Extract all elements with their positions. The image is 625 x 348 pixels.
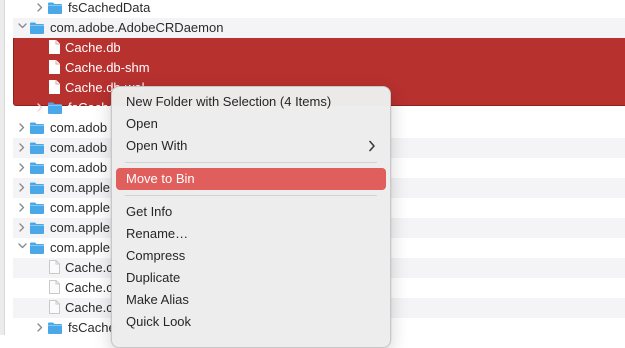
document-icon — [49, 40, 60, 54]
menu-separator — [125, 162, 377, 163]
folder-icon — [29, 141, 45, 155]
menu-item-label: Quick Look — [126, 314, 192, 329]
menu-item-make-alias[interactable]: Make Alias — [116, 289, 386, 311]
file-name: Cache.c — [65, 260, 113, 275]
file-name: Cache.c — [65, 280, 113, 295]
menu-item-label: Open With — [126, 138, 188, 153]
menu-item-label: Move to Bin — [126, 171, 195, 186]
file-name: com.adob — [50, 140, 108, 155]
menu-item-label: Get Info — [126, 204, 173, 219]
folder-row[interactable]: fsCachedData — [13, 0, 625, 18]
menu-item-get-info[interactable]: Get Info — [116, 201, 386, 223]
document-icon — [49, 260, 60, 274]
disclosure-expanded-icon[interactable] — [17, 242, 27, 254]
folder-icon — [29, 221, 45, 235]
disclosure-collapsed-icon[interactable] — [17, 222, 27, 234]
file-name: Cache.db-shm — [65, 60, 150, 75]
menu-item-label: Duplicate — [126, 270, 181, 285]
file-name: com.adobe.AdobeCRDaemon — [50, 20, 224, 35]
disclosure-collapsed-icon[interactable] — [17, 142, 27, 154]
folder-icon — [29, 121, 45, 135]
file-name: com.apple — [50, 200, 110, 215]
file-name: com.adob — [50, 160, 108, 175]
disclosure-collapsed-icon[interactable] — [35, 2, 45, 14]
folder-icon — [29, 21, 45, 35]
menu-item-label: Make Alias — [126, 292, 189, 307]
disclosure-collapsed-icon[interactable] — [17, 122, 27, 134]
folder-row[interactable]: com.adobe.AdobeCRDaemon — [13, 18, 625, 38]
menu-item-label: Rename… — [126, 226, 189, 241]
menu-item-compress[interactable]: Compress — [116, 245, 386, 267]
menu-item-rename[interactable]: Rename… — [116, 223, 386, 245]
menu-item-label: New Folder with Selection (4 Items) — [126, 94, 332, 109]
disclosure-collapsed-icon[interactable] — [17, 162, 27, 174]
file-name: fsCache — [68, 100, 116, 115]
document-icon — [49, 80, 60, 94]
file-name: Cache.c — [65, 300, 113, 315]
folder-icon — [29, 161, 45, 175]
context-menu: New Folder with Selection (4 Items) Open O… — [111, 86, 391, 348]
folder-icon — [29, 181, 45, 195]
menu-separator — [125, 195, 377, 196]
menu-item-new-folder-with-selection-4-items[interactable]: New Folder with Selection (4 Items) — [116, 91, 386, 113]
menu-item-move-to-bin[interactable]: Move to Bin — [116, 168, 386, 190]
folder-icon — [47, 321, 63, 335]
file-name: com.adob — [50, 120, 108, 135]
submenu-arrow-icon — [368, 140, 376, 152]
menu-item-open-with[interactable]: Open With — [116, 135, 386, 157]
document-icon — [49, 300, 60, 314]
disclosure-collapsed-icon[interactable] — [17, 202, 27, 214]
disclosure-expanded-icon[interactable] — [17, 22, 27, 34]
file-name: com.apple — [50, 220, 110, 235]
folder-icon — [47, 1, 63, 15]
document-icon — [49, 60, 60, 74]
menu-item-open[interactable]: Open — [116, 113, 386, 135]
sidebar-edge — [0, 0, 5, 335]
file-row[interactable]: Cache.db — [13, 38, 625, 58]
file-name: fsCache — [68, 320, 116, 335]
menu-item-quick-look[interactable]: Quick Look — [116, 311, 386, 333]
folder-icon — [29, 241, 45, 255]
file-row[interactable]: Cache.db-shm — [13, 58, 625, 78]
menu-item-label: Compress — [126, 248, 186, 263]
menu-item-label: Open — [126, 116, 158, 131]
folder-icon — [29, 201, 45, 215]
file-name: com.apple — [50, 240, 110, 255]
disclosure-collapsed-icon[interactable] — [17, 182, 27, 194]
disclosure-collapsed-icon[interactable] — [35, 102, 45, 114]
file-name: Cache.db — [65, 40, 121, 55]
file-name: com.apple — [50, 180, 110, 195]
menu-item-duplicate[interactable]: Duplicate — [116, 267, 386, 289]
document-icon — [49, 280, 60, 294]
file-name: fsCachedData — [68, 0, 151, 15]
disclosure-collapsed-icon[interactable] — [35, 322, 45, 334]
folder-icon — [47, 101, 63, 115]
